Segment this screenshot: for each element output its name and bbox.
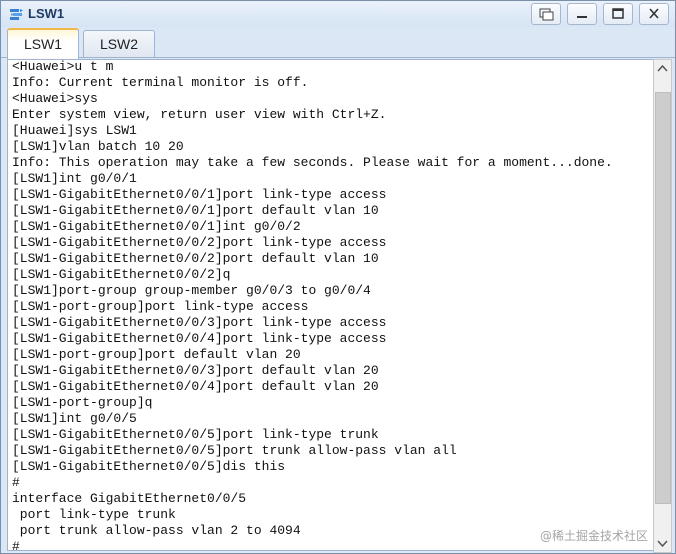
- terminal-output[interactable]: <Huawei>u t m Info: Current terminal moni…: [7, 59, 655, 551]
- app-window: LSW1 LSW1 LSW2 <Huawei>u t m Info: Curre…: [0, 0, 676, 554]
- terminal-line: [LSW1-GigabitEthernet0/0/1]int g0/0/2: [12, 219, 301, 234]
- terminal-line: [LSW1-GigabitEthernet0/0/1]port link-typ…: [12, 187, 387, 202]
- terminal-line: <Huawei>sys: [12, 91, 98, 106]
- restore-button[interactable]: [531, 3, 561, 25]
- tab-bar: LSW1 LSW2: [1, 27, 675, 59]
- switch-app-icon: [10, 9, 23, 20]
- maximize-button[interactable]: [603, 3, 633, 25]
- chevron-down-icon: [657, 540, 668, 548]
- scroll-up-button[interactable]: [654, 60, 671, 77]
- terminal-line: [LSW1]int g0/0/1: [12, 171, 137, 186]
- terminal-line: #: [12, 539, 20, 551]
- scroll-down-button[interactable]: [654, 535, 671, 552]
- terminal-line: [LSW1]int g0/0/5: [12, 411, 137, 426]
- terminal-lines: <Huawei>u t m Info: Current terminal moni…: [12, 59, 613, 551]
- terminal-line: [LSW1-GigabitEthernet0/0/2]port default …: [12, 251, 379, 266]
- terminal-line: [LSW1-GigabitEthernet0/0/4]port default …: [12, 379, 379, 394]
- terminal-line: [LSW1-port-group]port link-type access: [12, 299, 309, 314]
- terminal-line: [LSW1-GigabitEthernet0/0/5]dis this: [12, 459, 286, 474]
- window-title: LSW1: [28, 6, 65, 21]
- vertical-scrollbar[interactable]: [653, 59, 672, 553]
- terminal-line: [Huawei]sys LSW1: [12, 123, 137, 138]
- terminal-line: [LSW1-port-group]q: [12, 395, 153, 410]
- terminal-line: [LSW1-GigabitEthernet0/0/5]port link-typ…: [12, 427, 379, 442]
- terminal-line: [LSW1-GigabitEthernet0/0/2]q: [12, 267, 231, 282]
- terminal-line: port trunk allow-pass vlan 2 to 4094: [12, 523, 301, 538]
- terminal-line: Enter system view, return user view with…: [12, 107, 387, 122]
- minimize-icon: [577, 16, 587, 18]
- terminal-line: interface GigabitEthernet0/0/5: [12, 491, 247, 506]
- terminal-line: #: [12, 475, 20, 490]
- terminal-line: port link-type trunk: [12, 507, 176, 522]
- maximize-icon: [612, 8, 624, 19]
- terminal-line: [LSW1-GigabitEthernet0/0/3]port link-typ…: [12, 315, 387, 330]
- terminal-line: <Huawei>u t m: [12, 59, 114, 74]
- terminal-line: [LSW1-GigabitEthernet0/0/3]port default …: [12, 363, 379, 378]
- terminal-line: Info: Current terminal monitor is off.: [12, 75, 309, 90]
- chevron-up-icon: [657, 64, 668, 72]
- terminal-line: [LSW1-GigabitEthernet0/0/5]port trunk al…: [12, 443, 457, 458]
- terminal-line: [LSW1-GigabitEthernet0/0/1]port default …: [12, 203, 379, 218]
- terminal-line: [LSW1-GigabitEthernet0/0/4]port link-typ…: [12, 331, 387, 346]
- watermark: @稀土掘金技术社区: [539, 529, 648, 543]
- close-icon: [649, 8, 659, 19]
- scroll-thumb[interactable]: [655, 92, 671, 504]
- terminal-line: Info: This operation may take a few seco…: [12, 155, 613, 170]
- terminal-line: [LSW1-GigabitEthernet0/0/2]port link-typ…: [12, 235, 387, 250]
- terminal-line: [LSW1]port-group group-member g0/0/3 to …: [12, 283, 371, 298]
- title-bar[interactable]: LSW1: [1, 1, 675, 27]
- terminal-line: [LSW1]vlan batch 10 20: [12, 139, 184, 154]
- close-button[interactable]: [639, 3, 669, 25]
- restore-icon: [539, 8, 554, 21]
- tab-lsw2[interactable]: LSW2: [83, 30, 155, 57]
- terminal-line: [LSW1-port-group]port default vlan 20: [12, 347, 301, 362]
- tab-lsw1[interactable]: LSW1: [7, 28, 79, 59]
- minimize-button[interactable]: [567, 3, 597, 25]
